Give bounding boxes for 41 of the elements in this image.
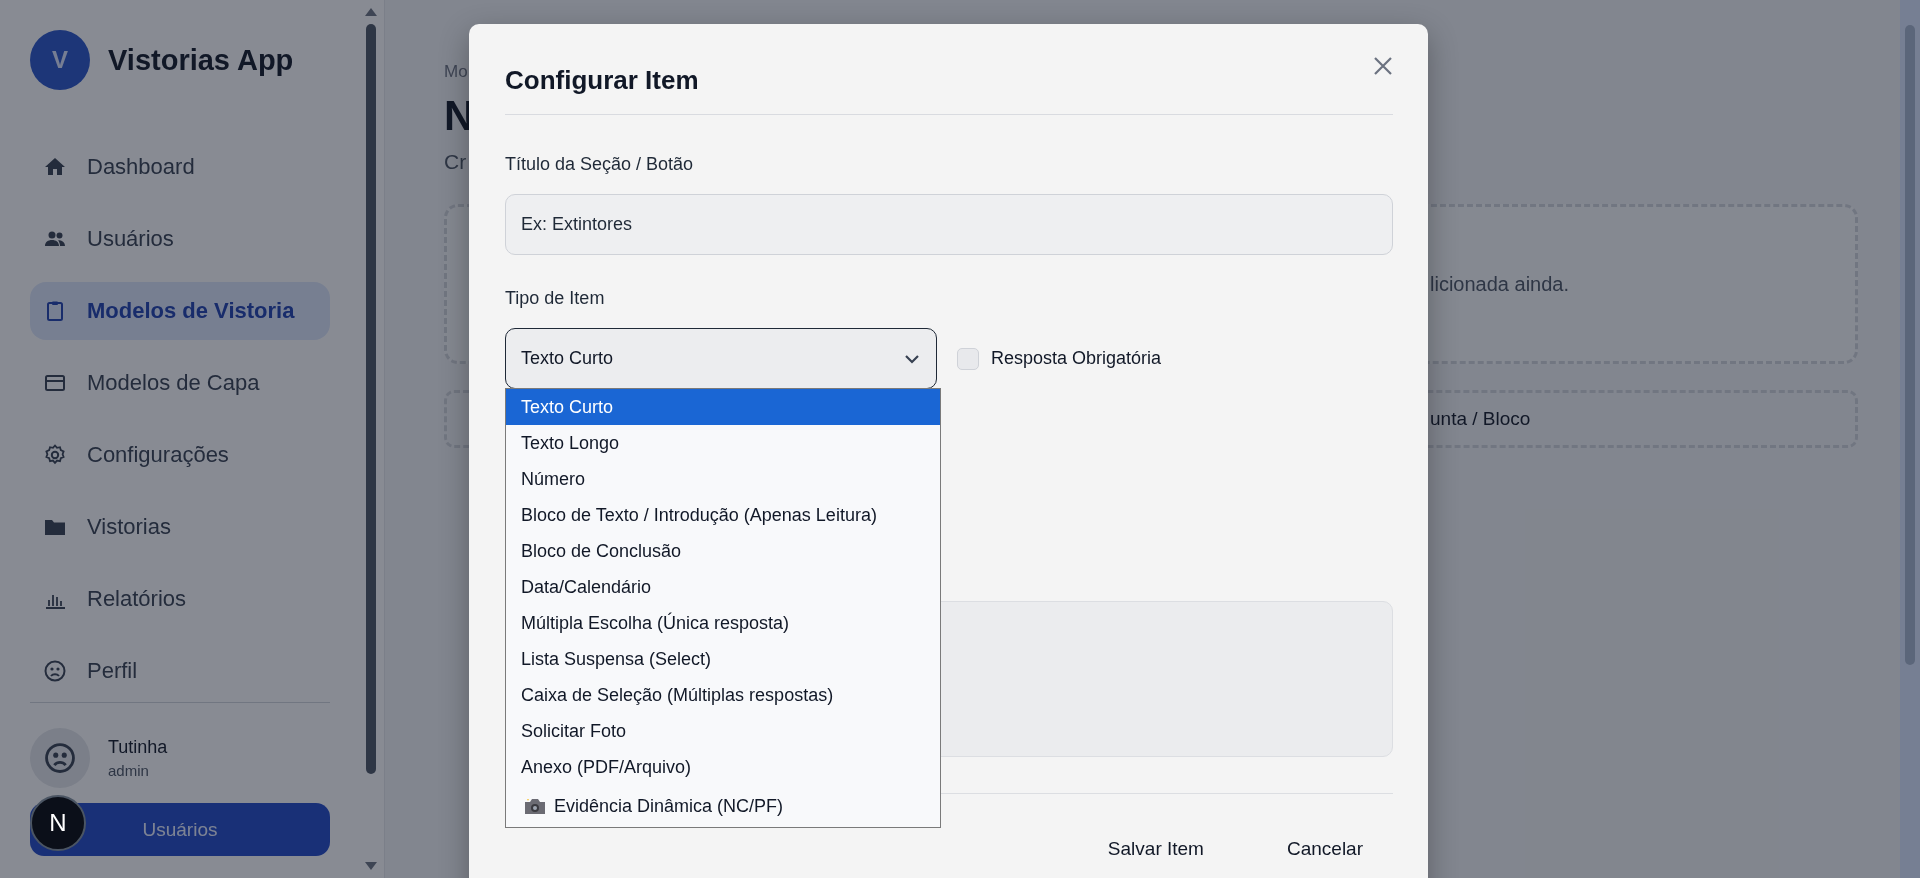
sad-face-icon — [43, 659, 67, 683]
dropdown-option[interactable]: Evidência Dinâmica (NC/PF) — [506, 785, 940, 827]
cancel-button[interactable]: Cancelar — [1256, 827, 1393, 871]
checkbox-label: Resposta Obrigatória — [991, 348, 1162, 369]
dropdown-option[interactable]: Anexo (PDF/Arquivo) — [506, 749, 940, 785]
empty-message: licionada ainda. — [1430, 272, 1569, 296]
save-button[interactable]: Salvar Item — [1077, 827, 1234, 871]
dropdown-option[interactable]: Bloco de Conclusão — [506, 533, 940, 569]
close-icon[interactable] — [1373, 56, 1393, 76]
nav-item[interactable]: Relatórios — [30, 570, 330, 628]
dropdown-option[interactable]: Data/Calendário — [506, 569, 940, 605]
sad-face-icon — [43, 741, 77, 775]
required-checkbox[interactable] — [957, 347, 979, 370]
dropdown-option[interactable]: Múltipla Escolha (Única resposta) — [506, 605, 940, 641]
item-type-select[interactable]: Texto Curto — [505, 328, 937, 389]
nav-item[interactable]: Configurações — [30, 426, 330, 484]
field-label: Título da Seção / Botão — [505, 153, 695, 175]
page-scrollbar[interactable] — [1900, 0, 1920, 878]
dropdown-option[interactable]: Solicitar Foto — [506, 713, 940, 749]
user-name: Tutinha — [108, 737, 168, 758]
dropdown-option[interactable]: Número — [506, 461, 940, 497]
field-label: Tipo de Item — [505, 287, 606, 309]
nav-item[interactable]: Modelos de Capa — [30, 354, 330, 412]
nav-item[interactable]: Dashboard — [30, 138, 330, 196]
nav-item[interactable]: Perfil — [30, 642, 330, 700]
page-subtitle: Cr — [444, 150, 467, 174]
section-title-input[interactable]: Ex: Extintores — [505, 194, 1393, 255]
dropdown-option[interactable]: Caixa de Seleção (Múltiplas respostas) — [506, 677, 940, 713]
nav-item[interactable]: Vistorias — [30, 498, 330, 556]
breadcrumb: Mo — [444, 62, 468, 82]
dropdown-option[interactable]: Texto Curto — [506, 389, 940, 425]
app-name: Vistorias App — [108, 43, 294, 77]
settings-icon — [43, 443, 67, 467]
nav-item[interactable]: Usuários — [30, 210, 330, 268]
logo-badge: V — [30, 30, 90, 90]
user-role: admin — [108, 762, 150, 779]
dropdown-option[interactable]: Lista Suspensa (Select) — [506, 641, 940, 677]
camera-icon — [524, 797, 546, 815]
modal-title: Configurar Item — [505, 64, 699, 96]
dropdown-option[interactable]: Bloco de Texto / Introdução (Apenas Leitura) — [506, 497, 940, 533]
dropdown-option[interactable]: Texto Longo — [506, 425, 940, 461]
